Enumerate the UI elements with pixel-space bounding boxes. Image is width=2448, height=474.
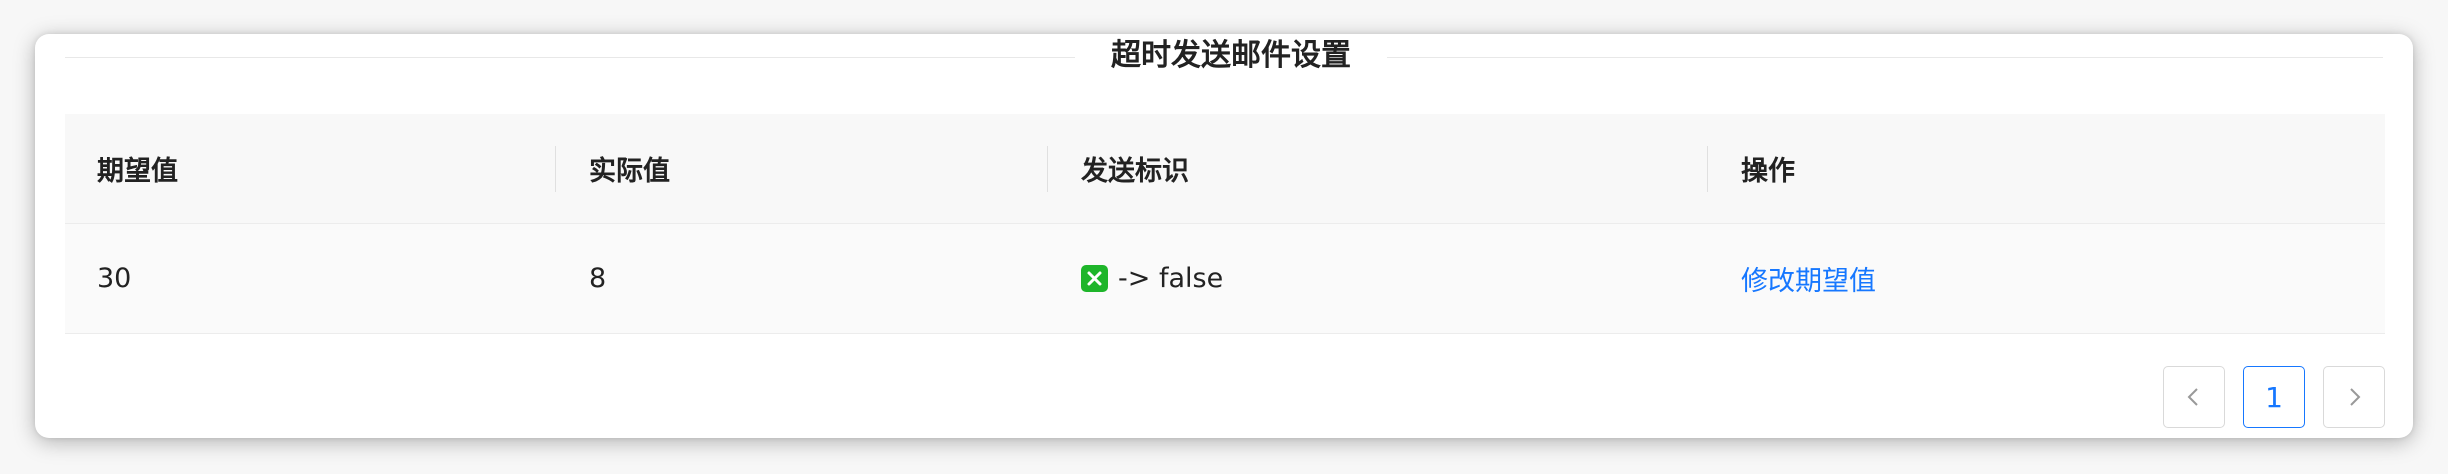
- chevron-left-icon: [2187, 388, 2198, 406]
- section-title: 超时发送邮件设置: [1111, 38, 1351, 73]
- expected-value-cell: 30: [97, 263, 132, 294]
- action-cell: 修改期望值: [1741, 224, 1876, 333]
- column-separator: [555, 146, 556, 192]
- header-actions: 操作: [1741, 156, 1795, 187]
- section-divider-right: [1387, 57, 2383, 58]
- send-flag-text: -> false: [1118, 263, 1224, 294]
- pagination-prev-button[interactable]: [2163, 366, 2225, 428]
- settings-card: 超时发送邮件设置 期望值 实际值 发送标识 操作 30 8 -> false 修…: [35, 34, 2413, 438]
- header-expected-value: 期望值: [97, 156, 178, 187]
- settings-table: 期望值 实际值 发送标识 操作 30 8 -> false 修改期望值: [65, 114, 2385, 334]
- actual-value-cell: 8: [589, 263, 607, 294]
- section-divider-left: [65, 57, 1075, 58]
- column-separator: [1047, 146, 1048, 192]
- edit-expected-value-link[interactable]: 修改期望值: [1741, 259, 1876, 298]
- column-separator: [1707, 146, 1708, 192]
- pagination-next-button[interactable]: [2323, 366, 2385, 428]
- send-flag-cell: -> false: [1081, 224, 1223, 333]
- pagination-page-button[interactable]: 1: [2243, 366, 2305, 428]
- header-send-flag: 发送标识: [1081, 156, 1189, 187]
- table-header-row: 期望值 实际值 发送标识 操作: [65, 114, 2385, 224]
- chevron-right-icon: [2350, 388, 2361, 406]
- cross-mark-icon: [1081, 265, 1108, 292]
- header-actual-value: 实际值: [589, 156, 670, 187]
- table-row: 30 8 -> false 修改期望值: [65, 224, 2385, 334]
